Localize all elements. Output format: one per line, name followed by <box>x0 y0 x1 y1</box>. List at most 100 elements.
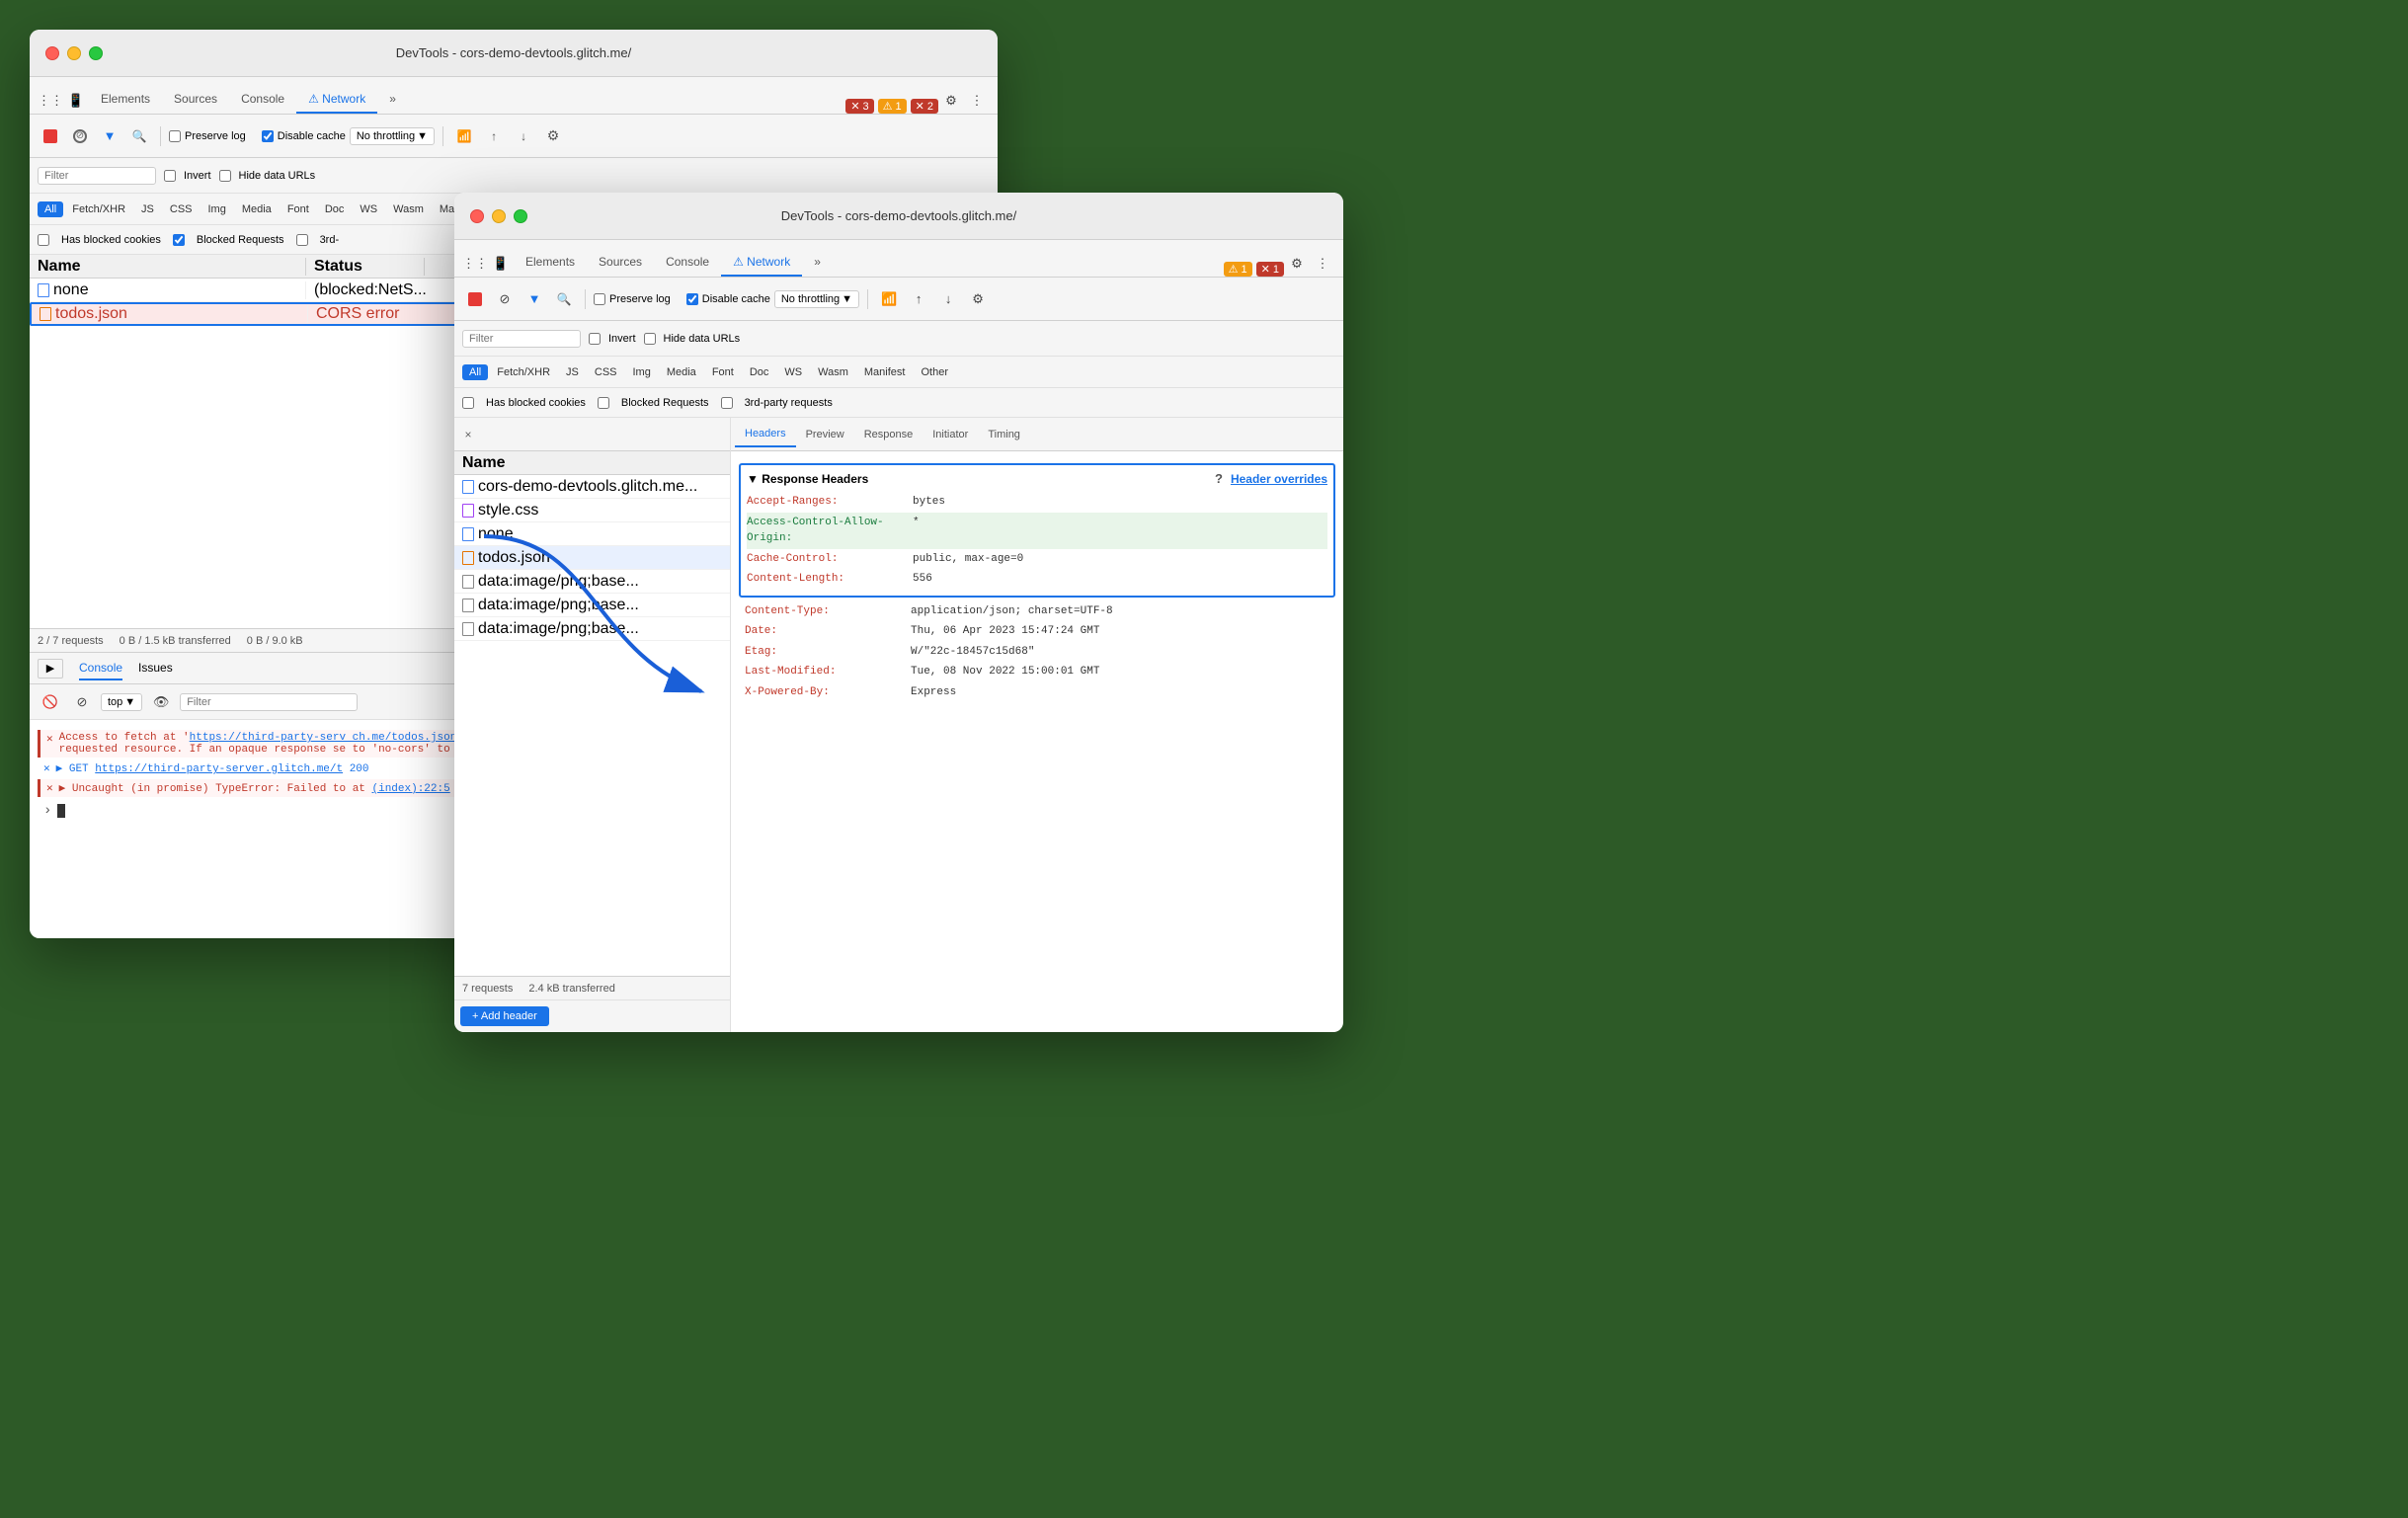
minimize-button-back[interactable] <box>67 46 81 60</box>
download-icon-front[interactable]: ↓ <box>935 286 961 312</box>
network-settings-front[interactable]: ⚙ <box>965 286 991 312</box>
third-party-cb-back[interactable] <box>296 234 308 246</box>
tab-network-front[interactable]: ⚠ Network <box>721 249 802 277</box>
settings-icon-front[interactable]: ⚙ <box>1284 251 1310 277</box>
table-row[interactable]: cors-demo-devtools.glitch.me... <box>454 475 730 499</box>
tab-timing-front[interactable]: Timing <box>978 423 1030 446</box>
tab-elements-back[interactable]: Elements <box>89 86 162 114</box>
filter-input-front[interactable] <box>462 330 581 348</box>
record-stop-btn-front[interactable] <box>462 286 488 312</box>
minimize-button-front[interactable] <box>492 209 506 223</box>
console-eye-back[interactable]: 👁 <box>148 689 174 715</box>
filter-js-back[interactable]: JS <box>134 201 161 217</box>
disable-cache-cb-front[interactable] <box>686 293 698 305</box>
tab-console-front[interactable]: Console <box>654 249 721 277</box>
add-header-btn[interactable]: + Add header <box>460 1006 549 1026</box>
filter-media-front[interactable]: Media <box>660 364 703 380</box>
settings-icon-back[interactable]: ⚙ <box>938 88 964 114</box>
filter-css-back[interactable]: CSS <box>163 201 200 217</box>
table-row[interactable]: data:image/png;base... <box>454 570 730 594</box>
filter-font-front[interactable]: Font <box>705 364 741 380</box>
tab-issues-back[interactable]: Issues <box>138 657 173 680</box>
third-party-cb-front[interactable] <box>721 397 733 409</box>
filter-js-front[interactable]: JS <box>559 364 586 380</box>
throttle-dropdown-back[interactable]: No throttling ▼ <box>350 127 435 145</box>
link-third-party-back[interactable]: https://third-party-serv ch.me/todos.jso… <box>190 732 457 744</box>
wifi-icon-front[interactable]: 📶 <box>876 286 902 312</box>
maximize-button-back[interactable] <box>89 46 103 60</box>
console-expand-btn[interactable]: ▶ <box>38 659 63 679</box>
blocked-cookies-cb-back[interactable] <box>38 234 49 246</box>
record-stop-btn-back[interactable] <box>38 123 63 149</box>
help-icon[interactable]: ? <box>1215 471 1223 486</box>
more-icon-front[interactable]: ⋮ <box>1310 251 1335 277</box>
tab-console-back[interactable]: Console <box>229 86 296 114</box>
invert-cb-back[interactable] <box>164 170 176 182</box>
filter-media-back[interactable]: Media <box>235 201 279 217</box>
filter-all-front[interactable]: All <box>462 364 488 380</box>
filter-manifest-front[interactable]: Manifest <box>857 364 913 380</box>
clear-btn-front[interactable]: ⊘ <box>492 286 518 312</box>
console-filter-back[interactable] <box>180 693 358 711</box>
tab-initiator-front[interactable]: Initiator <box>923 423 978 446</box>
close-button-back[interactable] <box>45 46 59 60</box>
link-index-back[interactable]: (index):22:5 <box>372 783 450 795</box>
filter-css-front[interactable]: CSS <box>588 364 624 380</box>
maximize-button-front[interactable] <box>514 209 527 223</box>
disable-cache-cb-back[interactable] <box>262 130 274 142</box>
wifi-icon-back[interactable]: 📶 <box>451 123 477 149</box>
tab-console-bottom-back[interactable]: Console <box>79 657 122 680</box>
tab-preview-front[interactable]: Preview <box>796 423 854 446</box>
upload-icon-front[interactable]: ↑ <box>906 286 931 312</box>
table-row[interactable]: data:image/png;base... <box>454 594 730 617</box>
filter-input-back[interactable] <box>38 167 156 185</box>
tab-response-front[interactable]: Response <box>854 423 923 446</box>
link-get-back[interactable]: https://third-party-server.glitch.me/t <box>95 763 343 775</box>
devtools-menu-icon-front[interactable]: ⋮⋮ <box>462 251 488 277</box>
filter-doc-back[interactable]: Doc <box>318 201 352 217</box>
tab-sources-front[interactable]: Sources <box>587 249 654 277</box>
filter-fetch-back[interactable]: Fetch/XHR <box>65 201 132 217</box>
throttle-dropdown-front[interactable]: No throttling ▼ <box>774 290 859 308</box>
filter-other-front[interactable]: Other <box>914 364 955 380</box>
filter-btn-back[interactable]: ▼ <box>97 123 122 149</box>
more-icon-back[interactable]: ⋮ <box>964 88 990 114</box>
preserve-log-cb-back[interactable] <box>169 130 181 142</box>
console-context-back[interactable]: top ▼ <box>101 693 142 711</box>
header-overrides-link[interactable]: Header overrides <box>1231 472 1327 486</box>
panel-close-btn-front[interactable]: × <box>458 425 478 444</box>
devtools-menu-icon[interactable]: ⋮⋮ <box>38 88 63 114</box>
filter-img-front[interactable]: Img <box>626 364 658 380</box>
console-clear-back[interactable]: 🚫 <box>38 689 63 715</box>
download-icon-back[interactable]: ↓ <box>511 123 536 149</box>
filter-all-back[interactable]: All <box>38 201 63 217</box>
filter-btn-front[interactable]: ▼ <box>522 286 547 312</box>
hide-data-cb-front[interactable] <box>644 333 656 345</box>
table-row[interactable]: style.css <box>454 499 730 522</box>
network-settings-back[interactable]: ⚙ <box>540 123 566 149</box>
table-row[interactable]: none <box>454 522 730 546</box>
filter-img-back[interactable]: Img <box>201 201 233 217</box>
table-row[interactable]: data:image/png;base... <box>454 617 730 641</box>
tab-more-back[interactable]: » <box>377 86 408 114</box>
filter-wasm-front[interactable]: Wasm <box>811 364 855 380</box>
mobile-icon-front[interactable]: 📱 <box>488 251 514 277</box>
preserve-log-cb-front[interactable] <box>594 293 605 305</box>
tab-elements-front[interactable]: Elements <box>514 249 587 277</box>
blocked-requests-cb-back[interactable] <box>173 234 185 246</box>
tab-more-front[interactable]: » <box>802 249 833 277</box>
clear-btn-back[interactable]: ⊘ <box>67 123 93 149</box>
tab-network-back[interactable]: ⚠ Network <box>296 86 377 114</box>
blocked-cookies-cb-front[interactable] <box>462 397 474 409</box>
filter-doc-front[interactable]: Doc <box>743 364 776 380</box>
search-btn-front[interactable]: 🔍 <box>551 286 577 312</box>
mobile-icon[interactable]: 📱 <box>63 88 89 114</box>
invert-cb-front[interactable] <box>589 333 601 345</box>
filter-ws-front[interactable]: WS <box>777 364 809 380</box>
upload-icon-back[interactable]: ↑ <box>481 123 507 149</box>
filter-fetch-front[interactable]: Fetch/XHR <box>490 364 557 380</box>
tab-sources-back[interactable]: Sources <box>162 86 229 114</box>
table-row[interactable]: todos.json <box>454 546 730 570</box>
console-block-back[interactable]: ⊘ <box>69 689 95 715</box>
blocked-requests-cb-front[interactable] <box>598 397 609 409</box>
